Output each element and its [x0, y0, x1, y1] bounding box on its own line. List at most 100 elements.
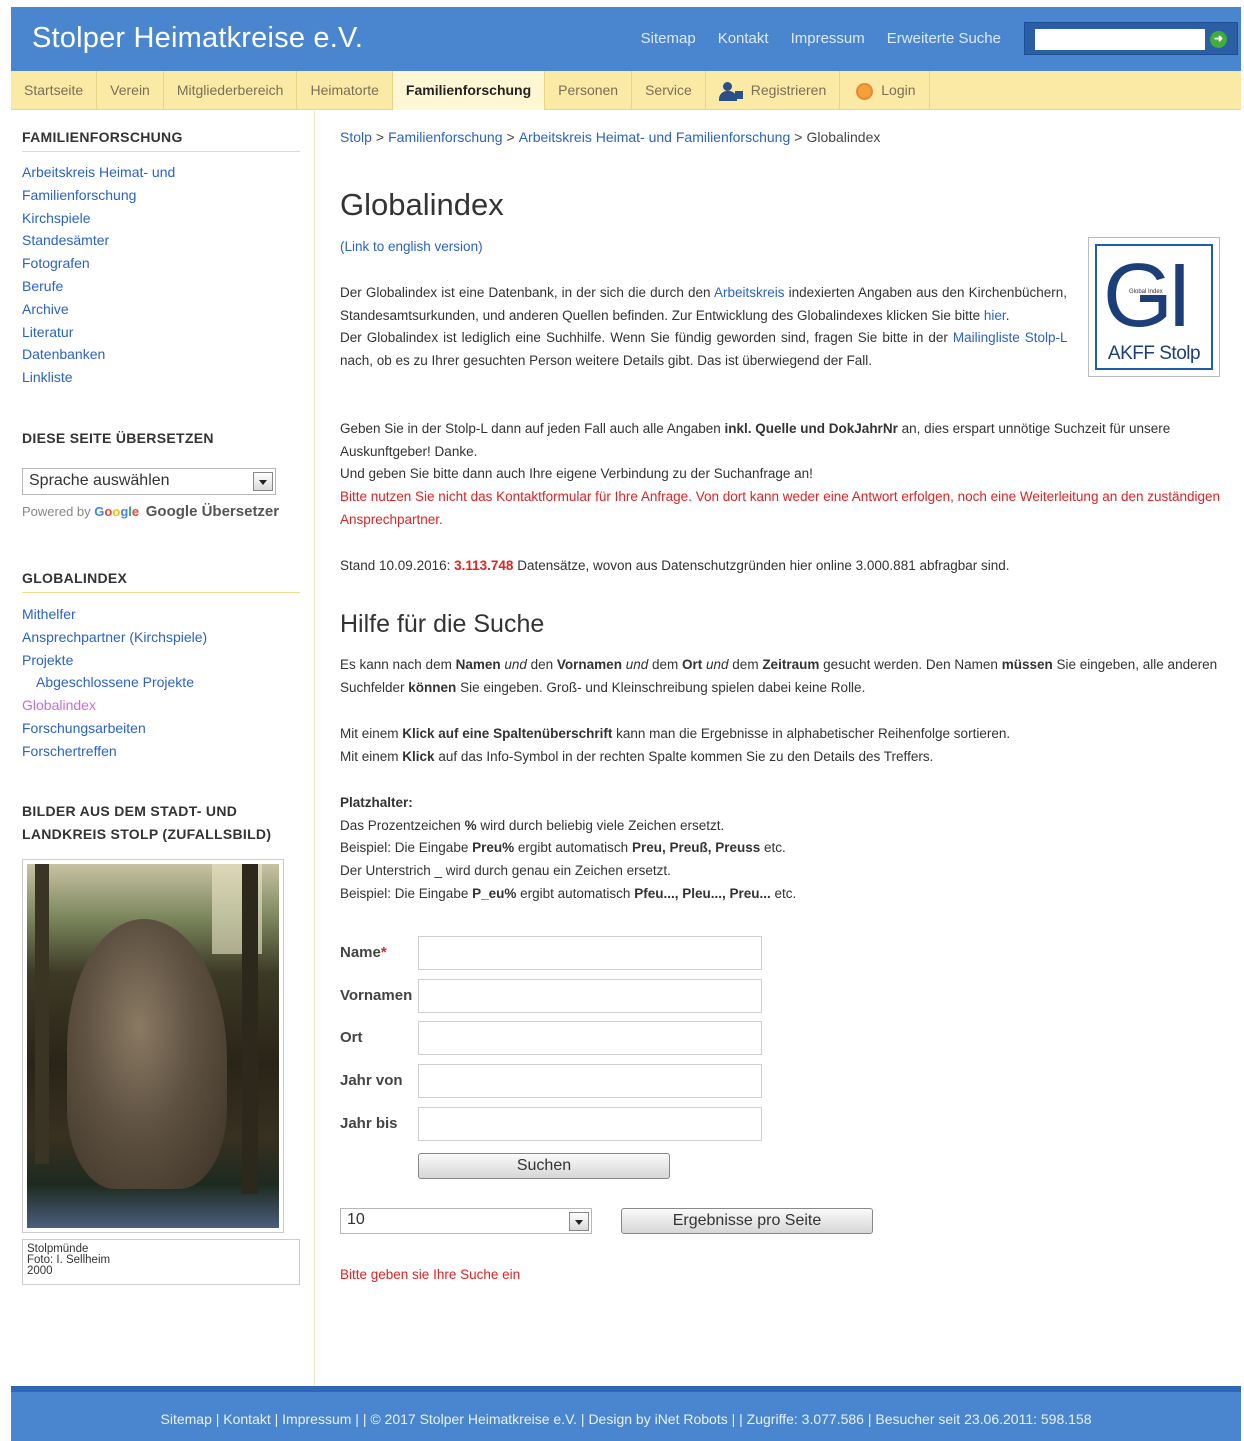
- breadcrumb-stolp[interactable]: Stolp: [340, 129, 372, 145]
- sidebar-heading-globalindex: GLOBALINDEX: [22, 570, 128, 586]
- intro-paragraph-2: Geben Sie in der Stolp-L dann auf jeden …: [340, 421, 1221, 527]
- breadcrumb: Stolp > Familienforschung > Arbeitskreis Hei…: [340, 129, 881, 145]
- results-per-page-button[interactable]: Ergebnisse pro Seite: [621, 1208, 873, 1234]
- google-logo: G: [94, 504, 105, 519]
- powered-by-label: Powered by: [22, 504, 91, 519]
- nav-heimatorte[interactable]: Heimatorte: [297, 71, 393, 110]
- sidebar-item-ansprechpartner[interactable]: Ansprechpartner (Kirchspiele): [22, 626, 207, 649]
- ort-field[interactable]: [418, 1021, 762, 1055]
- breadcrumb-familienforschung[interactable]: Familienforschung: [388, 129, 502, 145]
- english-version-link[interactable]: (Link to english version): [340, 239, 483, 254]
- sidebar-item-standesaemter[interactable]: Standesämter: [22, 229, 175, 252]
- sidebar-item-projekte[interactable]: Projekte: [22, 649, 207, 672]
- logo-gi: GI: [1103, 246, 1192, 346]
- nav-login-label: Login: [881, 82, 916, 98]
- photo-caption-year: 2000: [27, 1265, 53, 1277]
- header-search-input[interactable]: [1035, 29, 1205, 50]
- sidebar-list-familienforschung: Arbeitskreis Heimat- und Familienforschu…: [22, 161, 175, 389]
- top-link-impressum[interactable]: Impressum: [791, 30, 865, 47]
- sidebar-heading-bilder: BILDER AUS DEM STADT- UND LANDKREIS STOL…: [22, 800, 271, 846]
- main-nav: Startseite Verein Mitgliederbereich Heim…: [11, 71, 1241, 110]
- record-count: 3.113.748: [454, 558, 514, 573]
- footer-text: Sitemap | Kontakt | Impressum | | © 2017…: [160, 1411, 1092, 1427]
- akff-logo: GI Global Index AKFF Stolp: [1088, 237, 1220, 377]
- results-per-page-value: 10: [347, 1211, 365, 1228]
- nav-familienforschung[interactable]: Familienforschung: [392, 71, 546, 110]
- warning-text: Bitte nutzen Sie nicht das Kontaktformul…: [340, 489, 1221, 527]
- nav-login[interactable]: Login: [840, 71, 930, 110]
- sidebar-item-berufe[interactable]: Berufe: [22, 275, 175, 298]
- breadcrumb-current: Globalindex: [806, 129, 881, 145]
- sidebar-item-arbeitskreis-cont[interactable]: Familienforschung: [22, 184, 175, 207]
- sidebar-item-literatur[interactable]: Literatur: [22, 321, 175, 344]
- vornamen-field[interactable]: [418, 979, 762, 1013]
- jahr-von-label: Jahr von: [340, 1072, 403, 1089]
- login-icon: [856, 82, 874, 100]
- language-select-value: Sprache auswählen: [29, 472, 170, 489]
- nav-registrieren[interactable]: Registrieren: [706, 71, 841, 110]
- ort-label: Ort: [340, 1029, 363, 1046]
- status-message: Bitte geben sie Ihre Suche ein: [340, 1267, 521, 1282]
- nav-personen[interactable]: Personen: [545, 71, 633, 110]
- sidebar-rule: [22, 151, 300, 152]
- top-link-sitemap[interactable]: Sitemap: [641, 30, 696, 47]
- top-links: Sitemap Kontakt Impressum Erweiterte Suc…: [641, 30, 1001, 47]
- sidebar-item-globalindex[interactable]: Globalindex: [22, 694, 207, 717]
- sidebar-item-abgeschlossene-projekte[interactable]: Abgeschlossene Projekte: [22, 671, 207, 694]
- sidebar-rule: [22, 592, 300, 593]
- nav-mitgliederbereich[interactable]: Mitgliederbereich: [164, 71, 298, 110]
- user-add-icon: [718, 81, 743, 102]
- sidebar-heading-bilder-line2: LANDKREIS STOLP (ZUFALLSBILD): [22, 826, 272, 842]
- sidebar-item-linkliste[interactable]: Linkliste: [22, 366, 175, 389]
- name-field[interactable]: [418, 936, 762, 970]
- vornamen-label: Vornamen: [340, 987, 413, 1004]
- chevron-down-icon[interactable]: [569, 1212, 589, 1231]
- help-title: Hilfe für die Suche: [340, 610, 545, 638]
- sidebar-item-forschertreffen[interactable]: Forschertreffen: [22, 740, 207, 763]
- nav-startseite[interactable]: Startseite: [11, 71, 98, 110]
- results-per-page-select[interactable]: 10: [340, 1208, 592, 1234]
- sidebar-item-datenbanken[interactable]: Datenbanken: [22, 343, 175, 366]
- breadcrumb-arbeitskreis[interactable]: Arbeitskreis Heimat- und Familienforschu…: [519, 129, 791, 145]
- memorial-stone-photo: [27, 864, 279, 1228]
- sidebar-heading-familienforschung: FAMILIENFORSCHUNG: [22, 129, 183, 145]
- arbeitskreis-link[interactable]: Arbeitskreis: [714, 285, 785, 300]
- header-search: ➜: [1024, 22, 1238, 55]
- random-photo[interactable]: [22, 859, 284, 1233]
- logo-subtitle: AKFF Stolp: [1107, 343, 1201, 364]
- wildcard-help: Platzhalter: Das Prozentzeichen % wird d…: [340, 795, 797, 901]
- sidebar-item-kirchspiele[interactable]: Kirchspiele: [22, 207, 175, 230]
- logo-tag: Global Index: [1127, 289, 1165, 295]
- sidebar: FAMILIENFORSCHUNG Arbeitskreis Heimat- u…: [11, 111, 315, 1386]
- chevron-down-icon[interactable]: [253, 472, 273, 491]
- google-translate-link[interactable]: Google Übersetzer: [146, 503, 279, 520]
- sidebar-item-archive[interactable]: Archive: [22, 298, 175, 321]
- jahr-von-field[interactable]: [418, 1064, 762, 1098]
- top-link-erweiterte-suche[interactable]: Erweiterte Suche: [887, 30, 1001, 47]
- nav-service[interactable]: Service: [632, 71, 706, 110]
- search-button[interactable]: Suchen: [418, 1153, 670, 1179]
- search-go-icon[interactable]: ➜: [1210, 31, 1227, 48]
- jahr-bis-label: Jahr bis: [340, 1115, 398, 1132]
- sidebar-item-forschungsarbeiten[interactable]: Forschungsarbeiten: [22, 717, 207, 740]
- language-select[interactable]: Sprache auswählen: [22, 468, 276, 495]
- site-title[interactable]: Stolper Heimatkreise e.V.: [32, 22, 363, 55]
- sidebar-item-fotografen[interactable]: Fotografen: [22, 252, 175, 275]
- hier-link[interactable]: hier: [984, 308, 1006, 323]
- sidebar-item-mithelfer[interactable]: Mithelfer: [22, 603, 207, 626]
- sidebar-item-arbeitskreis[interactable]: Arbeitskreis Heimat- und: [22, 161, 175, 184]
- help-paragraph: Es kann nach dem Namen und den Vornamen …: [340, 657, 1218, 695]
- help-paragraph-2: Mit einem Klick auf eine Spaltenüberschr…: [340, 726, 1011, 764]
- intro-paragraph: Der Globalindex ist eine Datenbank, in d…: [340, 285, 1067, 369]
- photo-caption-credit: Foto: I. Sellheim: [27, 1254, 111, 1266]
- sidebar-heading-bilder-line1: BILDER AUS DEM STADT- UND: [22, 803, 238, 819]
- page-title: Globalindex: [340, 187, 504, 222]
- sidebar-list-globalindex: Mithelfer Ansprechpartner (Kirchspiele) …: [22, 603, 207, 763]
- site-header: Stolper Heimatkreise e.V. Sitemap Kontak…: [11, 7, 1241, 71]
- nav-verein[interactable]: Verein: [97, 71, 164, 110]
- nav-registrieren-label: Registrieren: [750, 82, 827, 98]
- top-link-kontakt[interactable]: Kontakt: [718, 30, 769, 47]
- name-label: Name*: [340, 944, 387, 961]
- jahr-bis-field[interactable]: [418, 1107, 762, 1141]
- mailingliste-link[interactable]: Mailingliste Stolp-L: [953, 330, 1067, 345]
